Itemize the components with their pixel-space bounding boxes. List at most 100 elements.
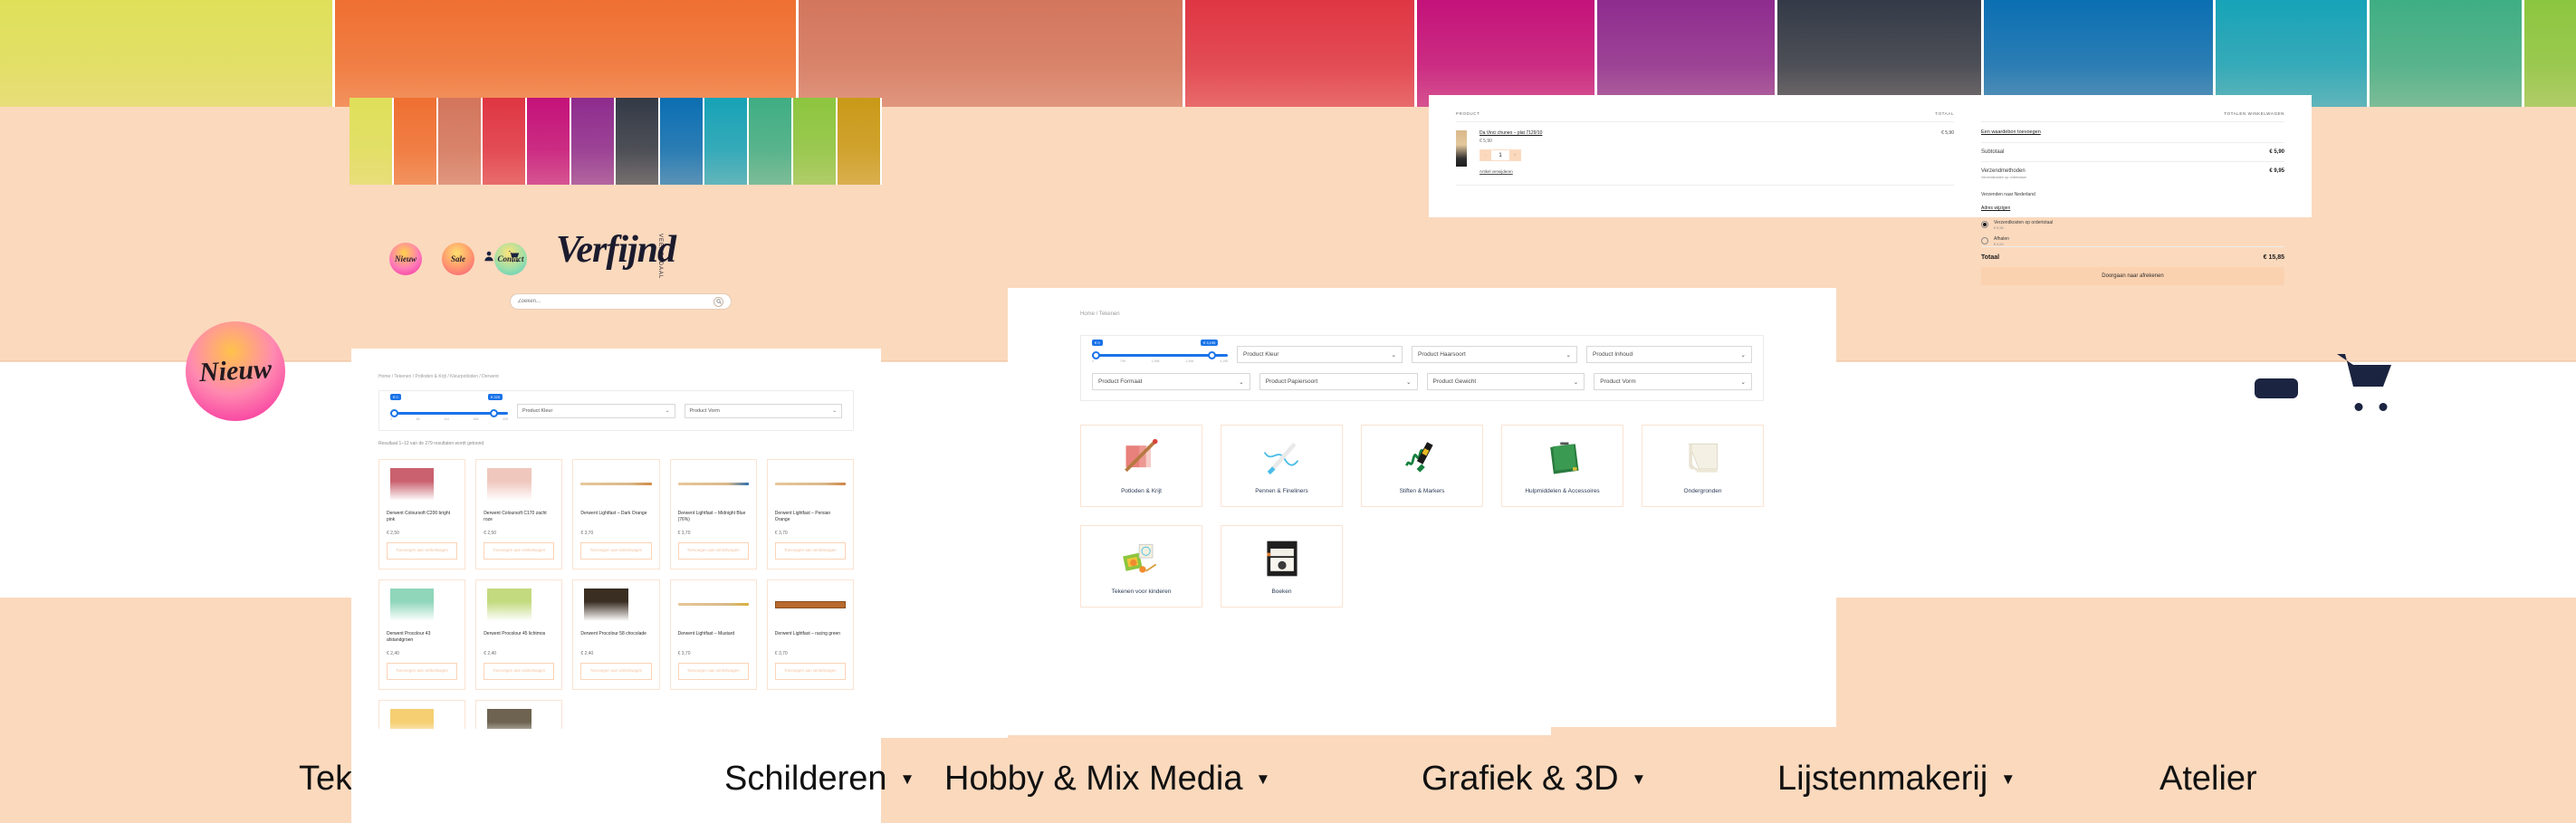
select-product-kleur[interactable]: Product Kleur ⌄ (517, 403, 675, 418)
cart-icon[interactable] (508, 250, 521, 263)
product-card[interactable]: Derwent Coloursoft C200 bright pink € 2,5… (378, 459, 466, 569)
add-coupon-link[interactable]: Een waardebon toevoegen (1981, 122, 2284, 143)
select-product-formaat[interactable]: Product Formaat ⌄ (1092, 373, 1250, 390)
product-title[interactable]: Derwent Lightfast – Mustard (678, 631, 749, 645)
checkout-button[interactable]: Doorgaan naar afrekenen (1981, 267, 2284, 285)
select-label: Product Papiersoort (1265, 378, 1318, 385)
nieuw-badge[interactable]: Nieuw (389, 243, 422, 275)
tick: 3,195 (1220, 359, 1228, 363)
product-card[interactable]: Derwent Procolour 58 chocolade € 2,40 Toev… (572, 579, 660, 690)
radio-button-selected[interactable] (1981, 221, 1988, 228)
product-price: € 3,70 (677, 531, 691, 536)
select-product-papiersoort[interactable]: Product Papiersoort ⌄ (1259, 373, 1418, 390)
product-card[interactable]: Derwent Lightfast – Midnight Blue (76%) €… (669, 459, 757, 569)
cart-icon-large[interactable] (2332, 349, 2402, 414)
slider-track[interactable] (390, 409, 508, 417)
nieuw-badge-large[interactable]: Nieuw (186, 321, 285, 421)
product-card[interactable]: Derwent Procolour 43 afstandgroen € 2,40 T… (378, 579, 466, 690)
product-title[interactable]: Derwent Lightfast – Dark Orange (580, 511, 651, 524)
slider-knob-min[interactable] (1092, 351, 1100, 359)
swatch-blue (660, 98, 704, 185)
slider-knob-max[interactable] (1208, 351, 1216, 359)
qty-value[interactable]: 1 (1491, 150, 1509, 160)
product-title[interactable]: Derwent Lightfast – racing green (775, 631, 846, 645)
product-title[interactable]: Derwent Procolour 45 lichtmos (484, 631, 554, 645)
quantity-stepper[interactable]: - 1 + (1480, 149, 1521, 161)
select-product-gewicht[interactable]: Product Gewicht ⌄ (1426, 373, 1585, 390)
select-product-kleur[interactable]: Product Kleur ⌄ (1237, 346, 1403, 363)
category-tile-pennen-fineliners[interactable]: Pennen & Fineliners (1221, 425, 1343, 507)
product-card[interactable]: Derwent Procolour 45 lichtmos € 2,40 Toevo… (475, 579, 563, 690)
product-card[interactable]: Derwent Coloursoft C170 zacht roze € 2,50… (475, 459, 563, 569)
price-range-slider[interactable]: € 0 € 3,195 0 799 1,598 2,396 3,195 (1092, 340, 1228, 363)
select-product-inhoud[interactable]: Product Inhoud ⌄ (1586, 346, 1752, 363)
swatch-magenta (1416, 0, 1597, 109)
shipping-row: Verzendmethoden Verzendkosten op orderto… (1981, 162, 2284, 186)
category-tile-stiften-markers[interactable]: Stiften & Markers (1361, 425, 1483, 507)
swatch-yellow-green-light (2524, 0, 2576, 109)
radio-button-unselected[interactable] (1981, 237, 1988, 244)
account-icon[interactable] (483, 250, 495, 263)
qty-decrement-button[interactable]: - (1480, 153, 1491, 158)
category-tile-hulpmiddelen-accessoires[interactable]: Hulpmiddelen & Accessoires (1501, 425, 1623, 507)
search-icon[interactable] (713, 296, 723, 307)
qty-increment-button[interactable]: + (1509, 153, 1520, 158)
breadcrumb[interactable]: Home / Tekenen / Potloden & Krijt / Kleu… (378, 374, 854, 379)
big-nav-item-grafiek-3d[interactable]: Grafiek & 3D ▼ (1422, 760, 1646, 799)
add-to-cart-button[interactable]: Toevoegen aan winkelwagen (580, 542, 652, 560)
product-card[interactable]: Derwent Lightfast – Dark Orange € 3,70 Toe… (572, 459, 660, 569)
product-card[interactable]: Derwent Lightfast – racing green € 3,70 To… (766, 579, 854, 690)
breadcrumb[interactable]: Home / Tekenen (1080, 311, 1764, 317)
price-range-slider[interactable]: € 0 € 225 2 56 114 168 225 (390, 394, 508, 421)
category-tile-boeken[interactable]: Boeken (1221, 525, 1343, 608)
product-thumbnail[interactable] (1456, 130, 1467, 167)
add-to-cart-button[interactable]: Toevoegen aan winkelwagen (677, 662, 749, 680)
sale-badge-label: Sale (450, 254, 465, 263)
add-to-cart-button[interactable]: Toevoegen aan winkelwagen (484, 542, 555, 560)
swatch-green (749, 98, 793, 185)
add-to-cart-button[interactable]: Toevoegen aan winkelwagen (387, 662, 458, 680)
product-title[interactable]: Derwent Coloursoft C170 zacht roze (484, 511, 554, 524)
product-title[interactable]: Derwent Procolour 58 chocolade (580, 631, 651, 645)
sale-badge[interactable]: Sale (442, 243, 474, 275)
select-product-haarsoort[interactable]: Product Haarsoort ⌄ (1412, 346, 1577, 363)
big-nav-item-hobby-mix-media[interactable]: Hobby & Mix Media ▼ (944, 760, 1270, 799)
select-product-vorm[interactable]: Product Vorm ⌄ (684, 403, 842, 418)
product-title[interactable]: Derwent Coloursoft C200 bright pink (387, 511, 457, 524)
product-card[interactable]: Derwent Lightfast – Mustard € 3,70 Toevoeg… (669, 579, 757, 690)
category-tile-potloden-krijt[interactable]: Potloden & Krijt (1080, 425, 1202, 507)
big-nav-item-atelier[interactable]: Atelier (2159, 760, 2257, 799)
cart-item-name[interactable]: Da Vinci chuneo – plat 7129/10 (1480, 130, 1941, 136)
shipping-option-row[interactable]: Verzendkosten op ordertotaal € 9,95 (1981, 214, 2284, 230)
product-title[interactable]: Derwent Procolour 43 afstandgroen (387, 631, 457, 645)
add-to-cart-button[interactable]: Toevoegen aan winkelwagen (387, 542, 458, 560)
tick: 0 (1092, 359, 1094, 363)
cart-item-price: € 5,90 (1480, 139, 1492, 144)
slider-knob-min[interactable] (390, 409, 398, 417)
remove-item-link[interactable]: Artikel verwijderen (1480, 169, 1513, 174)
edit-address-link[interactable]: Adres wijzigen (1981, 206, 2010, 211)
category-tile-ondergronden[interactable]: Ondergronden (1642, 425, 1764, 507)
select-product-vorm[interactable]: Product Vorm ⌄ (1594, 373, 1752, 390)
add-to-cart-button[interactable]: Toevoegen aan winkelwagen (484, 662, 555, 680)
product-title[interactable]: Derwent Lightfast – Persian Orange (775, 511, 846, 524)
product-card[interactable]: Derwent Lightfast – Persian Orange € 3,70… (766, 459, 854, 569)
result-count: Resultaat 1–12 van de 279 resultaten wor… (378, 441, 484, 446)
category-tile-label: Ondergronden (1683, 488, 1722, 494)
slider-knob-max[interactable] (490, 409, 498, 417)
category-tile-tekenen-voor-kinderen[interactable]: Tekenen voor kinderen (1080, 525, 1202, 608)
tick: 114 (444, 417, 449, 421)
product-image (677, 468, 749, 501)
big-nav-item-schilderen[interactable]: Schilderen ▼ (724, 760, 915, 799)
product-title[interactable]: Derwent Lightfast – Midnight Blue (76%) (678, 511, 749, 524)
add-to-cart-button[interactable]: Toevoegen aan winkelwagen (677, 542, 749, 560)
pickup-option-row[interactable]: Afhalen € 0,00 (1981, 230, 2284, 246)
big-nav-item-lijstenmakerij[interactable]: Lijstenmakerij ▼ (1777, 760, 2016, 799)
add-to-cart-button[interactable]: Toevoegen aan winkelwagen (774, 662, 846, 680)
add-to-cart-button[interactable]: Toevoegen aan winkelwagen (774, 542, 846, 560)
add-to-cart-button[interactable]: Toevoegen aan winkelwagen (580, 662, 652, 680)
slider-track[interactable] (1092, 351, 1228, 359)
search-bar[interactable] (510, 293, 732, 310)
tick: 168 (473, 417, 479, 421)
search-input[interactable] (518, 299, 713, 304)
